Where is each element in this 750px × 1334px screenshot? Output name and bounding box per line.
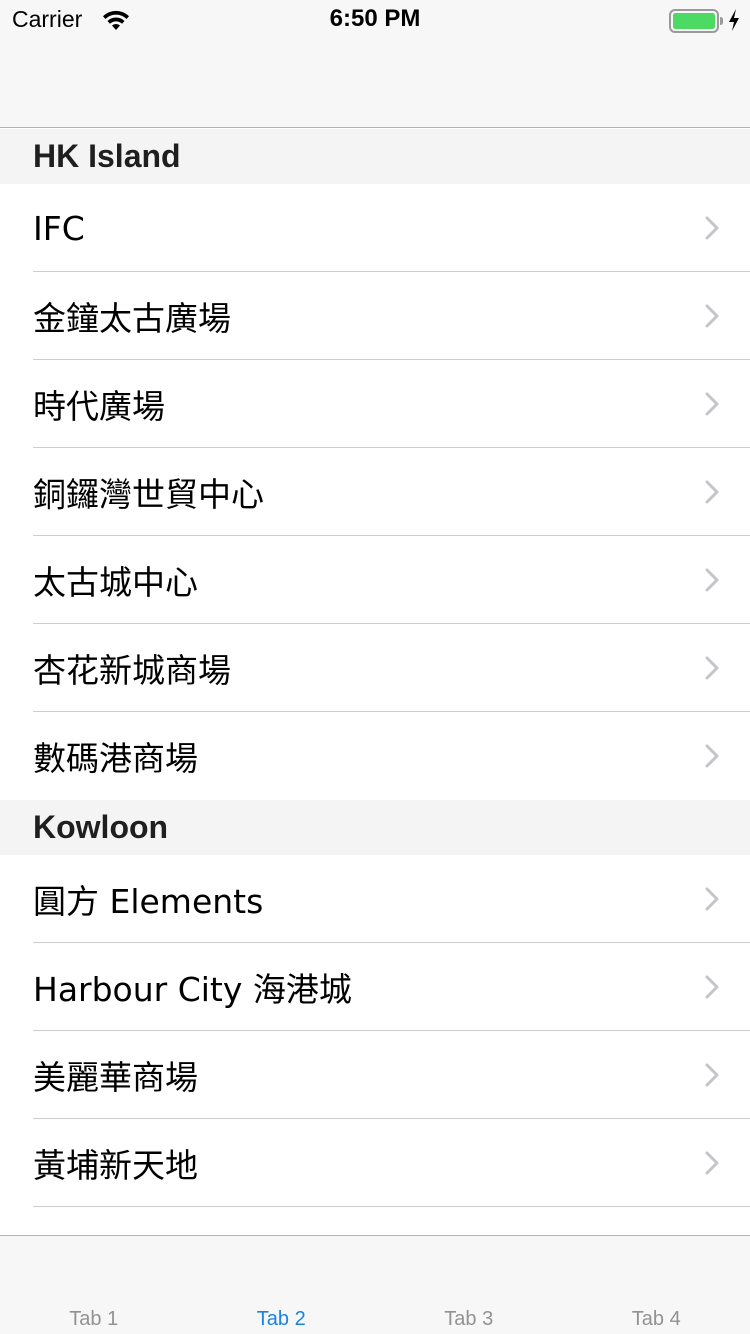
list-item-partial[interactable] [0, 1207, 750, 1235]
tab-bar: Tab 1 Tab 2 Tab 3 Tab 4 [0, 1235, 750, 1334]
list-item-times-square[interactable]: 時代廣場 [0, 360, 750, 448]
charging-bolt-icon [729, 9, 739, 31]
chevron-right-icon [705, 216, 719, 240]
app-screen: Carrier 6:50 PM HK Island IFC 金鐘太古廣場 時代廣… [0, 0, 750, 1334]
list-item-cityplaza[interactable]: 太古城中心 [0, 536, 750, 624]
chevron-right-icon [705, 1151, 719, 1175]
list-item-paradise-mall[interactable]: 杏花新城商場 [0, 624, 750, 712]
list-item-cyberport-mall[interactable]: 數碼港商場 [0, 712, 750, 800]
list-item-label: 杏花新城商場 [33, 651, 231, 690]
list-item-label: 圓方 Elements [33, 882, 264, 921]
chevron-right-icon [705, 392, 719, 416]
list-item-label: 黃埔新天地 [33, 1146, 198, 1185]
mall-list[interactable]: HK Island IFC 金鐘太古廣場 時代廣場 銅鑼灣世貿中心 太古城中心 … [0, 129, 750, 1235]
list-item-label: Harbour City 海港城 [33, 970, 352, 1009]
chevron-right-icon [705, 1063, 719, 1087]
section-header-hk-island: HK Island [0, 129, 750, 184]
list-item-label: 時代廣場 [33, 387, 165, 426]
status-time: 6:50 PM [329, 5, 421, 32]
chevron-right-icon [705, 480, 719, 504]
tab-label: Tab 2 [256, 1308, 306, 1330]
list-item-pacific-place[interactable]: 金鐘太古廣場 [0, 272, 750, 360]
chevron-right-icon [705, 568, 719, 592]
list-item-label: IFC [33, 208, 85, 248]
tab-3[interactable]: Tab 3 [375, 1236, 563, 1334]
chevron-right-icon [705, 744, 719, 768]
list-item-label: 數碼港商場 [33, 739, 198, 778]
section-header-kowloon: Kowloon [0, 800, 750, 855]
chevron-right-icon [705, 656, 719, 680]
chevron-right-icon [705, 304, 719, 328]
list-item-label: 太古城中心 [33, 563, 198, 602]
navigation-bar: Carrier 6:50 PM [0, 0, 750, 128]
tab-1[interactable]: Tab 1 [0, 1236, 188, 1334]
list-item-mira-place[interactable]: 美麗華商場 [0, 1031, 750, 1119]
list-item-whampoa[interactable]: 黃埔新天地 [0, 1119, 750, 1207]
status-bar: Carrier 6:50 PM [0, 0, 750, 40]
list-item-world-trade-centre[interactable]: 銅鑼灣世貿中心 [0, 448, 750, 536]
list-item-label: 金鐘太古廣場 [33, 299, 231, 338]
list-item-label: 銅鑼灣世貿中心 [33, 475, 264, 514]
battery-icon [669, 9, 723, 33]
list-item-label: 美麗華商場 [33, 1058, 198, 1097]
tab-4[interactable]: Tab 4 [563, 1236, 750, 1334]
list-item-harbour-city[interactable]: Harbour City 海港城 [0, 943, 750, 1031]
list-item-elements[interactable]: 圓方 Elements [0, 855, 750, 943]
tab-label: Tab 4 [631, 1308, 681, 1330]
tab-2[interactable]: Tab 2 [188, 1236, 376, 1334]
chevron-right-icon [705, 975, 719, 999]
tab-label: Tab 3 [444, 1308, 494, 1330]
list-item-ifc[interactable]: IFC [0, 184, 750, 272]
chevron-right-icon [705, 887, 719, 911]
tab-label: Tab 1 [69, 1308, 119, 1330]
